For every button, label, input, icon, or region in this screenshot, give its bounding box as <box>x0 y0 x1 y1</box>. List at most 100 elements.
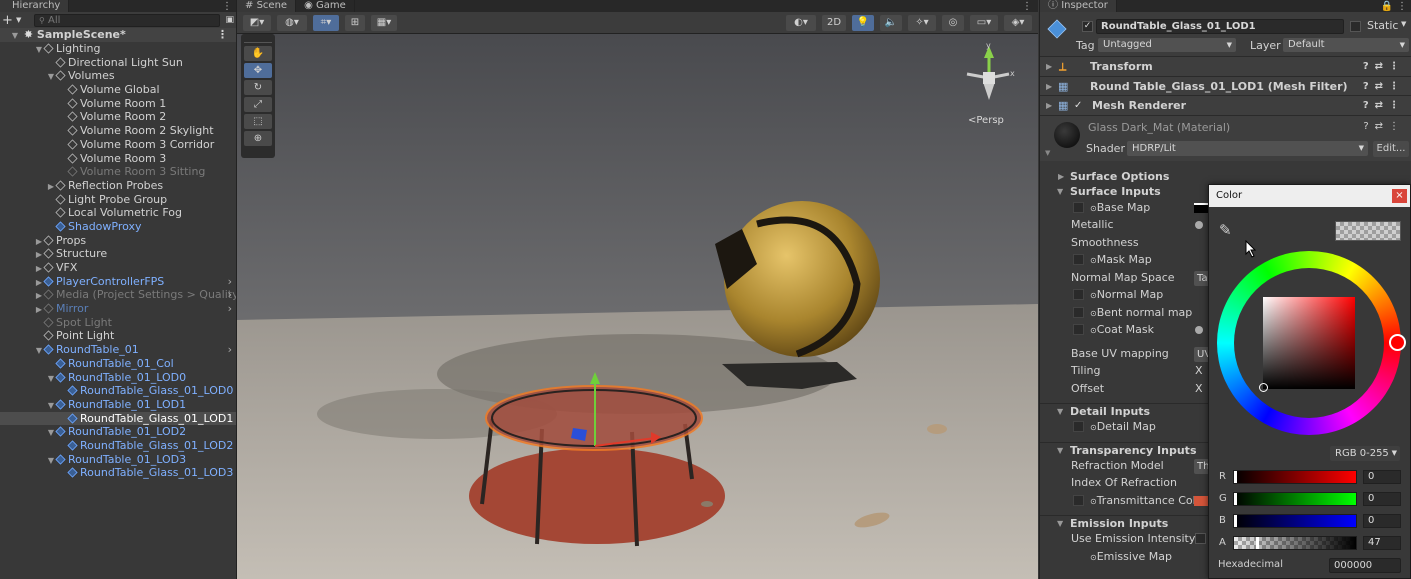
mesh-renderer-component-header[interactable]: ▶ ▦ ✓ Mesh Renderer ?⇄⋮ <box>1040 95 1411 115</box>
more-menu-icon[interactable]: ⋮ <box>1397 1 1411 12</box>
surface-options-header[interactable]: ▶ Surface Options <box>1040 169 1411 184</box>
pivot-button[interactable]: ⌗▾ <box>313 14 339 31</box>
chevron-down-icon[interactable]: ▼ <box>1057 184 1063 199</box>
channel-slider[interactable] <box>1233 536 1357 550</box>
texture-picker-icon[interactable]: ⊙ <box>1090 256 1097 265</box>
hierarchy-item[interactable]: RoundTable_Glass_01_LOD3 <box>0 466 236 480</box>
chevron-down-icon[interactable]: ▼ <box>46 454 56 468</box>
material-preview-sphere[interactable] <box>1054 121 1080 148</box>
hierarchy-item[interactable]: Volume Global <box>0 83 236 97</box>
chevron-down-icon[interactable]: ▼ <box>34 43 44 57</box>
channel-value-input[interactable]: 0 <box>1363 492 1401 506</box>
chevron-down-icon[interactable]: ▼ <box>1401 20 1406 28</box>
object-name-field[interactable]: RoundTable_Glass_01_LOD1 <box>1096 19 1344 34</box>
scene-row[interactable]: ▼ ✸ SampleScene* ⋮ <box>0 28 236 42</box>
sv-handle[interactable] <box>1259 383 1268 392</box>
hierarchy-item[interactable]: Volume Room 2 Skylight <box>0 124 236 138</box>
more-menu-icon[interactable]: ⋮ <box>217 28 228 42</box>
slider-knob-icon[interactable] <box>1195 221 1203 229</box>
hierarchy-item[interactable]: Volume Room 3 Sitting <box>0 165 236 179</box>
move-tool-icon[interactable]: ✥ <box>244 63 272 78</box>
close-icon[interactable]: × <box>1392 189 1407 203</box>
visibility-button[interactable]: ◎ <box>942 14 964 31</box>
lock-icon[interactable]: 🔒 <box>1381 1 1397 12</box>
texture-slot-icon[interactable] <box>1073 421 1084 432</box>
slider-handle[interactable] <box>1256 537 1260 549</box>
tab-inspector[interactable]: ⓘ Inspector <box>1040 0 1117 12</box>
texture-picker-icon[interactable]: ⊙ <box>1090 497 1097 506</box>
channel-slider[interactable] <box>1233 492 1357 506</box>
hue-handle[interactable] <box>1389 334 1406 351</box>
hierarchy-item[interactable]: ▶ Mirror › <box>0 302 236 316</box>
hierarchy-item[interactable]: RoundTable_Glass_01_LOD0 <box>0 384 236 398</box>
transform-tool-icon[interactable]: ⊕ <box>244 131 272 146</box>
texture-slot-icon[interactable] <box>1073 254 1084 265</box>
hierarchy-item[interactable]: ShadowProxy <box>0 220 236 234</box>
slider-handle[interactable] <box>1234 493 1237 505</box>
hierarchy-item[interactable]: ▼ RoundTable_01_LOD2 <box>0 425 236 439</box>
chevron-right-icon[interactable]: ▶ <box>1046 96 1052 116</box>
material-tools-icon[interactable]: ?⇄⋮ <box>1363 121 1405 132</box>
tab-hierarchy[interactable]: Hierarchy <box>0 0 70 12</box>
hierarchy-item[interactable]: ▼ RoundTable_01_LOD1 <box>0 398 236 412</box>
texture-slot-icon[interactable] <box>1073 494 1084 506</box>
enabled-checkbox[interactable]: ✓ <box>1074 96 1082 116</box>
hierarchy-item[interactable]: Directional Light Sun <box>0 56 236 70</box>
channel-slider[interactable] <box>1233 514 1357 528</box>
gizmos-button[interactable]: ◈▾ <box>1004 14 1032 31</box>
chevron-right-icon[interactable]: ▶ <box>1058 169 1064 184</box>
chevron-down-icon[interactable]: ▼ <box>1057 516 1063 531</box>
chevron-right-icon[interactable]: ▶ <box>34 303 44 317</box>
hierarchy-item[interactable]: ▶ VFX <box>0 261 236 275</box>
chevron-right-icon[interactable]: ▶ <box>34 235 44 249</box>
camera-button[interactable]: ▭▾ <box>970 14 998 31</box>
texture-picker-icon[interactable]: ⊙ <box>1090 291 1097 300</box>
hierarchy-item[interactable]: ▼ RoundTable_01 › <box>0 343 236 357</box>
layer-dropdown[interactable]: Default ▼ <box>1283 38 1409 52</box>
transform-component-header[interactable]: ▶ ⟂ Transform ?⇄⋮ <box>1040 56 1411 76</box>
hue-wheel[interactable] <box>1217 251 1406 435</box>
component-tools-icon[interactable]: ?⇄⋮ <box>1363 57 1405 77</box>
hierarchy-item[interactable]: Volume Room 3 Corridor <box>0 138 236 152</box>
chevron-right-icon[interactable]: › <box>228 288 232 302</box>
more-menu-icon[interactable]: ⋮ <box>222 1 236 12</box>
scene-viewport[interactable]: ✋ ✥ ↻ ⤢ ⬚ ⊕ y x <Persp <box>237 34 1038 579</box>
tab-scene[interactable]: # Scene <box>237 0 297 12</box>
hierarchy-item[interactable]: Light Probe Group <box>0 193 236 207</box>
eyedropper-icon[interactable]: ✎ <box>1219 221 1232 239</box>
snap-settings-button[interactable]: ▦▾ <box>371 14 397 31</box>
chevron-down-icon[interactable]: ▼ <box>46 426 56 440</box>
hierarchy-search-input[interactable]: ⚲ All <box>34 13 220 27</box>
scene-render[interactable] <box>237 34 1038 579</box>
slider-handle[interactable] <box>1234 471 1237 483</box>
chevron-right-icon[interactable]: › <box>228 275 232 289</box>
channel-value-input[interactable]: 47 <box>1363 536 1401 550</box>
chevron-right-icon[interactable]: ▶ <box>34 289 44 303</box>
channel-slider[interactable] <box>1233 470 1357 484</box>
rotate-tool-icon[interactable]: ↻ <box>244 80 272 95</box>
chevron-down-icon[interactable]: ▼ <box>1057 404 1063 419</box>
tab-game[interactable]: ◉ Game <box>296 0 355 12</box>
global-local-button[interactable]: ◍▾ <box>277 14 307 31</box>
chevron-right-icon[interactable]: ▶ <box>34 276 44 290</box>
hierarchy-item[interactable]: RoundTable_Glass_01_LOD2 <box>0 439 236 453</box>
hierarchy-item[interactable]: Spot Light <box>0 316 236 330</box>
hierarchy-item[interactable]: ▼ Lighting <box>0 42 236 56</box>
chevron-right-icon[interactable]: ▶ <box>1046 57 1052 77</box>
hierarchy-item[interactable]: ▶ Structure <box>0 247 236 261</box>
shader-dropdown[interactable]: HDRP/Lit ▼ <box>1127 140 1368 156</box>
static-checkbox[interactable] <box>1350 21 1361 32</box>
chevron-down-icon[interactable]: ▼ <box>46 372 56 386</box>
channel-value-input[interactable]: 0 <box>1363 470 1401 484</box>
hierarchy-item[interactable]: Volume Room 2 <box>0 110 236 124</box>
hierarchy-item[interactable]: ▼ Volumes <box>0 69 236 83</box>
component-tools-icon[interactable]: ?⇄⋮ <box>1363 96 1405 116</box>
hierarchy-item[interactable]: Local Volumetric Fog <box>0 206 236 220</box>
texture-picker-icon[interactable]: ⊙ <box>1090 204 1097 213</box>
shading-mode-button[interactable]: ◐▾ <box>786 14 816 31</box>
shader-edit-button[interactable]: Edit... <box>1373 140 1409 157</box>
audio-toggle-button[interactable]: 🔈 <box>880 14 902 31</box>
saturation-value-square[interactable] <box>1263 297 1355 389</box>
more-menu-icon[interactable]: ⋮ <box>1022 1 1038 12</box>
texture-picker-icon[interactable]: ⊙ <box>1090 423 1097 432</box>
